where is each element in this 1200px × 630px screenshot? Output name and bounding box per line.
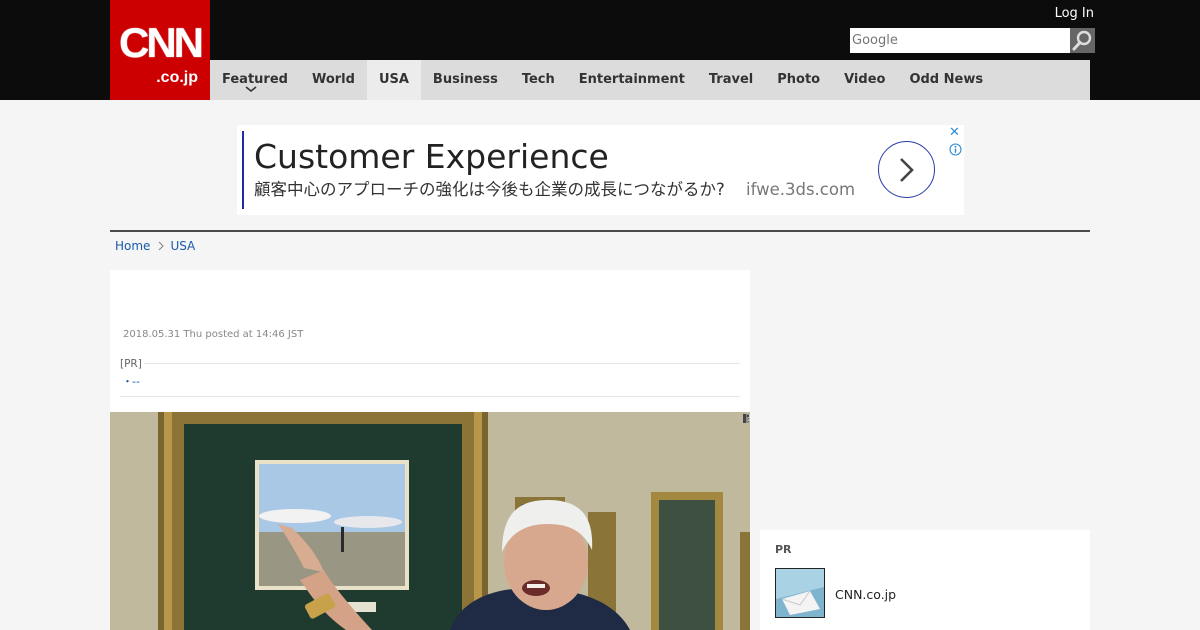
photo-illustration [110,412,750,630]
photo-credit: CNN [743,414,750,423]
ad-arrow-button[interactable] [878,141,935,198]
sidebar-pr-label: PR [775,543,792,556]
chevron-right-icon [900,158,914,182]
ad-accent-bar [242,131,244,209]
article-card: 2018.05.31 Thu posted at 14:46 JST [PR] … [110,270,750,630]
logo-subtext: .co.jp [156,69,198,86]
sidebar-thumbnail[interactable] [775,568,825,618]
nav-item-business[interactable]: Business [421,60,510,100]
ad-title: Customer Experience [254,137,609,176]
nav-item-photo[interactable]: Photo [765,60,832,100]
chevron-right-icon [159,241,165,251]
logo-text: CNN [119,19,204,66]
breadcrumb-usa[interactable]: USA [170,238,195,254]
nav-item-odd-news[interactable]: Odd News [897,60,995,100]
envelope-icon [776,569,824,617]
search-icon [1072,30,1092,51]
divider [120,396,740,397]
nav-item-world[interactable]: World [300,60,367,100]
sidebar-item-name[interactable]: CNN.co.jp [835,587,896,603]
posted-timestamp: 2018.05.31 Thu posted at 14:46 JST [123,329,304,340]
section-divider [110,230,1090,232]
close-icon[interactable]: ✕ [949,126,962,139]
breadcrumb: Home USA [115,238,195,254]
login-link[interactable]: Log In [1055,6,1094,22]
ad-domain: ifwe.3ds.com [746,180,856,199]
sidebar-pr-box: PR CNN.co.jp [760,530,1090,630]
search-button[interactable] [1070,28,1095,53]
article-photo[interactable]: CNN [110,412,750,630]
nav-item-usa[interactable]: USA [366,60,421,100]
ad-banner[interactable]: Customer Experience 顧客中心のアプローチの強化は今後も企業の… [237,125,964,215]
breadcrumb-home[interactable]: Home [115,238,150,254]
nav-item-featured[interactable]: Featured [210,60,300,100]
nav-item-entertainment[interactable]: Entertainment [567,60,697,100]
divider [120,363,740,364]
cnn-logo[interactable]: CNN .co.jp [110,0,210,100]
search-input[interactable] [850,29,1070,52]
ad-subtitle: 顧客中心のアプローチの強化は今後も企業の成長につながるか? [254,180,725,199]
pr-link[interactable]: -- [132,375,140,389]
main-nav: Featured World USA Business Tech Enterta… [210,60,1090,100]
search-box [850,28,1070,53]
pr-label: [PR] [120,358,144,370]
info-icon[interactable] [949,143,962,156]
chevron-down-icon [245,86,257,93]
nav-item-travel[interactable]: Travel [697,60,765,100]
nav-item-tech[interactable]: Tech [510,60,567,100]
nav-item-video[interactable]: Video [832,60,897,100]
